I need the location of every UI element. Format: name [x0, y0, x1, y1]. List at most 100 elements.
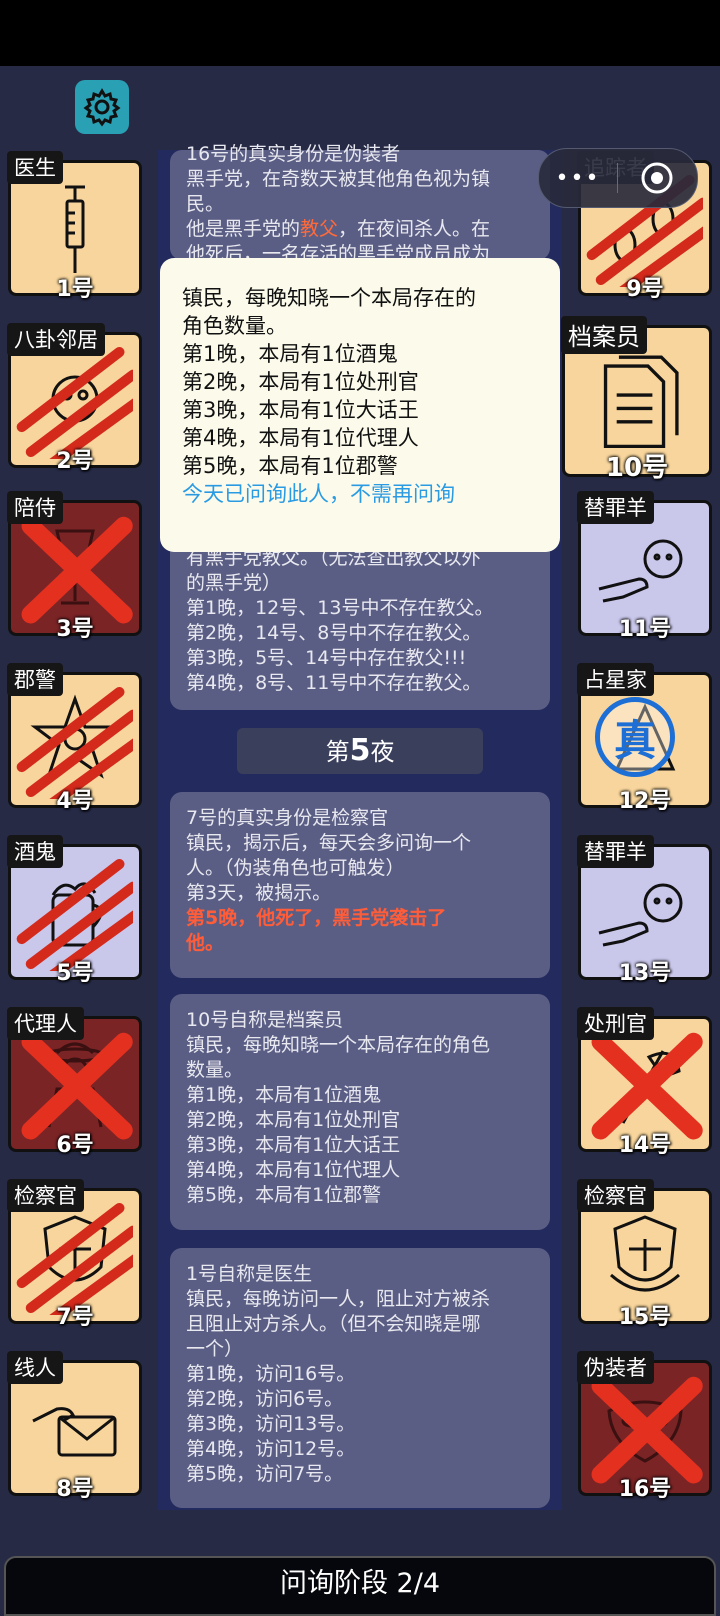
card-line: 且阻止对方杀人。（但不会知晓是哪 [186, 1313, 481, 1335]
card-line: 第4晚，本局有1位代理人 [186, 1159, 401, 1181]
player-tile-2[interactable]: 八卦邻居 2号 [7, 323, 142, 474]
role-label: 替罪羊 [577, 835, 654, 868]
card-line: 第3晚，访问13号。 [186, 1413, 356, 1435]
card-line: 他是黑手党的教父，在夜间杀人。在 [186, 217, 534, 242]
phase-indicator: 问询阶段 2/4 [4, 1556, 716, 1616]
record-card-1: 1号自称是医生 镇民，每晚访问一人，阻止对方被杀 且阻止对方杀人。（但不会知晓是… [170, 1248, 550, 1508]
card-line: 第1晚，访问16号。 [186, 1363, 356, 1385]
card-line: 数量。 [186, 1059, 244, 1081]
prosecutor-icon [610, 1215, 680, 1292]
card-line: 第5晚，本局有1位郡警 [186, 1184, 382, 1206]
settings-button[interactable] [75, 80, 129, 134]
player-tile-5[interactable]: 酒鬼 5号 [7, 835, 142, 986]
status-bar [0, 0, 720, 66]
true-stamp: 真 [595, 697, 675, 777]
card-line: 第3天，被揭示。 [186, 882, 332, 904]
record-card-10: 10号自称是档案员 镇民，每晚知晓一个本局存在的角色 数量。 第1晚，本局有1位… [170, 994, 550, 1230]
claw-mark-icon [16, 686, 133, 799]
player-tile-1[interactable]: 医生 1号 [7, 151, 142, 302]
player-tile-12[interactable]: 真 占星家 12号 [577, 663, 712, 814]
card-line: 7号的真实身份是检察官 [186, 807, 389, 829]
player-tile-10[interactable]: 档案员 10号 [561, 316, 712, 483]
card-line: 黑手党，在奇数天被其他角色视为镇 [186, 168, 491, 190]
player-number: 8号 [56, 1477, 94, 1502]
target-close-icon [641, 162, 673, 194]
card-line: 第5晚，访问7号。 [186, 1463, 344, 1485]
popup-line: 第4晚，本局有1位代理人 [182, 426, 419, 450]
player-tile-15[interactable]: 检察官 15号 [577, 1179, 712, 1330]
player-number: 11号 [618, 617, 672, 642]
role-label: 代理人 [7, 1007, 84, 1040]
popup-line: 第5晚，本局有1位郡警 [182, 454, 398, 478]
player-number: 5号 [56, 961, 94, 986]
more-menu-button[interactable]: ••• [539, 166, 617, 191]
player-tile-3[interactable]: 陪侍 3号 [7, 491, 142, 642]
player-number: 1号 [56, 277, 94, 302]
role-info-popup[interactable]: 镇民，每晚知晓一个本局存在的 角色数量。 第1晚，本局有1位酒鬼 第2晚，本局有… [160, 258, 560, 552]
card-line: 1号自称是医生 [186, 1263, 313, 1285]
player-number: 12号 [618, 789, 672, 814]
card-line: 第4晚，8号、11号中不存在教父。 [186, 672, 482, 694]
card-line: 第1晚，12号、13号中不存在教父。 [186, 597, 494, 619]
player-tile-16[interactable]: 伪装者 16号 [577, 1351, 712, 1502]
death-notice: 他。 [186, 932, 225, 954]
claw-mark-icon [16, 858, 133, 971]
player-number: 3号 [56, 617, 94, 642]
card-line: 第3晚，本局有1位大话王 [186, 1134, 401, 1156]
role-label: 线人 [7, 1351, 63, 1384]
player-number: 10号 [605, 453, 669, 483]
role-label: 陪侍 [7, 491, 63, 524]
night-suffix: 夜 [370, 738, 395, 766]
player-tile-13[interactable]: 替罪羊 13号 [577, 835, 712, 986]
player-number: 16号 [618, 1477, 672, 1502]
role-label: 档案员 [561, 316, 647, 354]
documents-icon [603, 355, 679, 449]
close-button[interactable] [618, 161, 696, 195]
player-tile-4[interactable]: 郡警 4号 [7, 663, 142, 814]
player-tile-11[interactable]: 替罪羊 11号 [577, 491, 712, 642]
player-tile-8[interactable]: 线人 8号 [7, 1351, 142, 1502]
player-number: 15号 [618, 1305, 672, 1330]
player-tile-6[interactable]: 代理人 6号 [7, 1007, 142, 1158]
card-line: 第4晚，访问12号。 [186, 1438, 356, 1460]
role-label: 酒鬼 [7, 835, 63, 868]
night-header: 第5夜 [237, 728, 483, 774]
card-line: 镇民，每晚知晓一个本局存在的角色 [186, 1034, 491, 1056]
death-notice: 第5晚，他死了，黑手党袭击了 [186, 907, 447, 929]
player-number: 9号 [626, 277, 664, 302]
role-label: 检察官 [7, 1179, 84, 1212]
card-line: 人。（伪装角色也可触发） [186, 857, 405, 879]
role-label: 伪装者 [577, 1351, 654, 1384]
cross-mark-icon [591, 1032, 703, 1140]
cross-mark-icon [591, 1376, 703, 1484]
role-label: 占星家 [577, 663, 654, 696]
popup-line: 第2晚，本局有1位处刑官 [182, 370, 419, 394]
cross-mark-icon [21, 516, 133, 624]
player-number: 7号 [56, 1305, 94, 1330]
card-line: 第2晚，本局有1位处刑官 [186, 1109, 401, 1131]
card-line: 第2晚，14号、8号中不存在教父。 [186, 622, 482, 644]
gear-icon [83, 88, 121, 127]
player-tile-14[interactable]: 处刑官 14号 [577, 1007, 712, 1158]
popup-line: 镇民，每晚知晓一个本局存在的 [182, 286, 476, 310]
player-tile-7[interactable]: 检察官 7号 [7, 1179, 142, 1330]
card-text: 他是黑手党的 [186, 218, 301, 240]
claw-mark-icon [16, 346, 133, 459]
popup-notice: 今天已问询此人，不需再问询 [182, 482, 455, 506]
card-line: 16号的真实身份是伪装者 [186, 143, 401, 165]
cross-mark-icon [21, 1032, 133, 1140]
claw-mark-icon [16, 1202, 133, 1315]
player-number: 2号 [56, 449, 94, 474]
role-label: 处刑官 [577, 1007, 654, 1040]
card-line: 镇民，每晚访问一人，阻止对方被杀 [186, 1288, 491, 1310]
role-label: 郡警 [7, 663, 63, 696]
card-line: 第2晚，访问6号。 [186, 1388, 344, 1410]
card-line: 第3晚，5号、14号中存在教父!!! [186, 647, 467, 669]
popup-line: 第3晚，本局有1位大话王 [182, 398, 419, 422]
role-label: 替罪羊 [577, 491, 654, 524]
player-number: 13号 [618, 961, 672, 986]
highlight-text: 教父 [300, 218, 339, 240]
role-label: 医生 [7, 151, 63, 184]
sheep-pointing-icon [598, 539, 683, 603]
player-number: 4号 [56, 789, 94, 814]
